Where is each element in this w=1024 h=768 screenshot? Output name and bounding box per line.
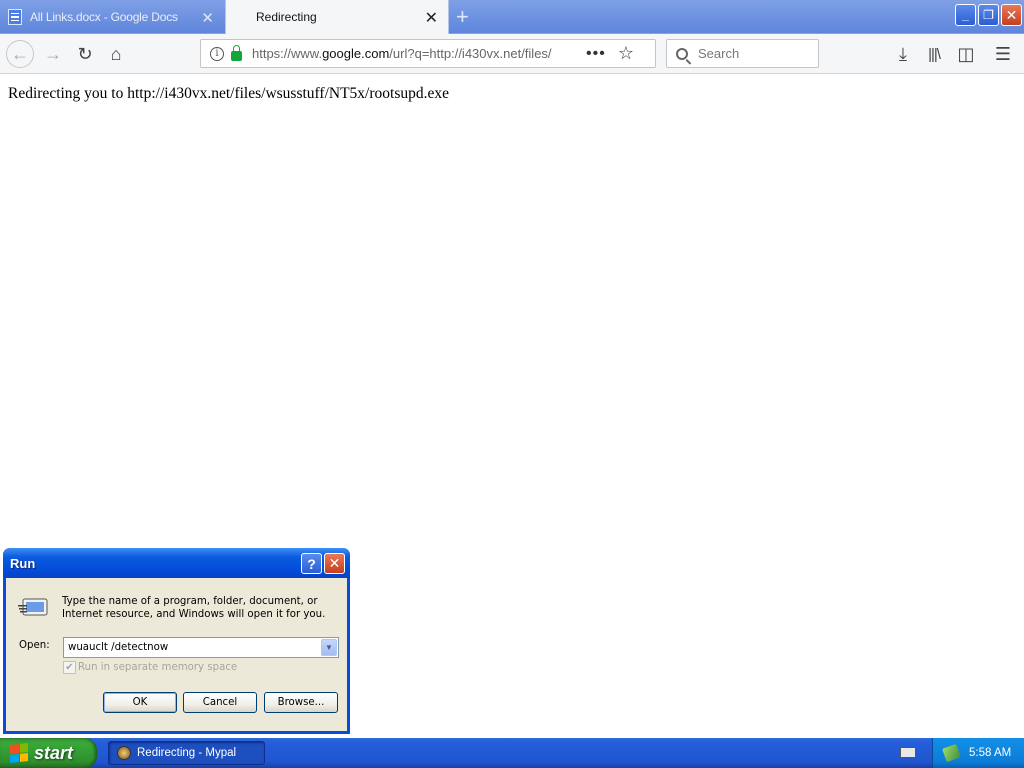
navigation-toolbar: ← → ↻ ⌂ i https://www.google.com/url?q=h… — [0, 34, 1024, 74]
window-close-button[interactable]: ✕ — [1001, 4, 1022, 26]
search-icon — [676, 47, 688, 60]
open-input[interactable] — [64, 638, 314, 657]
network-icon[interactable] — [942, 743, 961, 763]
keyboard-icon[interactable] — [900, 747, 916, 758]
help-button[interactable]: ? — [301, 553, 322, 574]
clock[interactable]: 5:58 AM — [969, 747, 1011, 759]
browser-tab-strip: All Links.docx - Google Docs ✕ Redirecti… — [0, 0, 1024, 34]
cancel-button[interactable]: Cancel — [183, 692, 257, 713]
run-description: Type the name of a program, folder, docu… — [62, 596, 326, 620]
open-combobox[interactable]: ▼ — [63, 637, 339, 658]
lock-icon — [231, 45, 242, 61]
library-icon[interactable]: |||\ — [921, 42, 947, 66]
open-label: Open: — [19, 640, 50, 651]
tab-title: All Links.docx - Google Docs — [30, 10, 178, 24]
restore-button[interactable]: ❐ — [978, 4, 999, 26]
reload-icon[interactable]: ↻ — [72, 42, 98, 66]
tab-google-docs[interactable]: All Links.docx - Google Docs ✕ — [0, 0, 224, 34]
search-input[interactable] — [698, 46, 808, 61]
address-bar[interactable]: i https://www.google.com/url?q=http://i4… — [200, 39, 656, 68]
taskbar-item-mypal[interactable]: Redirecting - Mypal — [108, 741, 265, 765]
info-icon[interactable]: i — [210, 46, 224, 61]
docs-icon — [8, 9, 22, 25]
forward-arrow-icon[interactable]: → — [40, 42, 66, 66]
tab-title: Redirecting — [256, 10, 317, 24]
close-tab-icon[interactable]: ✕ — [425, 8, 438, 28]
system-tray: 5:58 AM — [932, 738, 1024, 768]
dialog-close-button[interactable]: ✕ — [324, 553, 345, 574]
ok-button[interactable]: OK — [103, 692, 177, 713]
start-label: start — [34, 742, 74, 763]
taskbar: start Redirecting - Mypal 5:58 AM — [0, 738, 1024, 768]
url-text[interactable]: https://www.google.com/url?q=http://i430… — [252, 46, 570, 61]
browse-button[interactable]: Browse... — [264, 692, 338, 713]
separate-memory-checkbox: ✔ — [63, 661, 76, 674]
download-icon[interactable]: ⤓ — [890, 42, 916, 66]
taskbar-item-label: Redirecting - Mypal — [137, 747, 237, 759]
chevron-down-icon[interactable]: ▼ — [321, 639, 337, 656]
start-button[interactable]: start — [0, 738, 97, 768]
dialog-title: Run — [10, 555, 36, 571]
run-dialog: Run ? ✕ Type the name of a program, fold… — [3, 548, 350, 734]
bookmark-star-icon[interactable]: ☆ — [618, 43, 634, 64]
tab-redirecting[interactable]: Redirecting ✕ — [225, 0, 449, 34]
separate-memory-label: Run in separate memory space — [78, 662, 238, 673]
sidebar-icon[interactable]: ◫ — [953, 42, 979, 66]
windows-logo-icon — [10, 743, 28, 763]
back-arrow-icon[interactable]: ← — [6, 40, 34, 68]
search-box[interactable] — [666, 39, 819, 68]
new-tab-icon[interactable]: + — [456, 4, 469, 30]
page-actions-icon[interactable]: ••• — [586, 45, 606, 63]
close-tab-icon[interactable]: ✕ — [201, 9, 214, 27]
run-dialog-titlebar[interactable]: Run ? ✕ — [3, 548, 350, 578]
minimize-button[interactable]: _ — [955, 4, 976, 26]
mypal-icon — [117, 746, 131, 760]
run-program-icon — [18, 598, 48, 616]
hamburger-menu-icon[interactable]: ☰ — [990, 42, 1016, 66]
redirect-message: Redirecting you to http://i430vx.net/fil… — [8, 85, 449, 102]
home-icon[interactable]: ⌂ — [103, 42, 129, 66]
